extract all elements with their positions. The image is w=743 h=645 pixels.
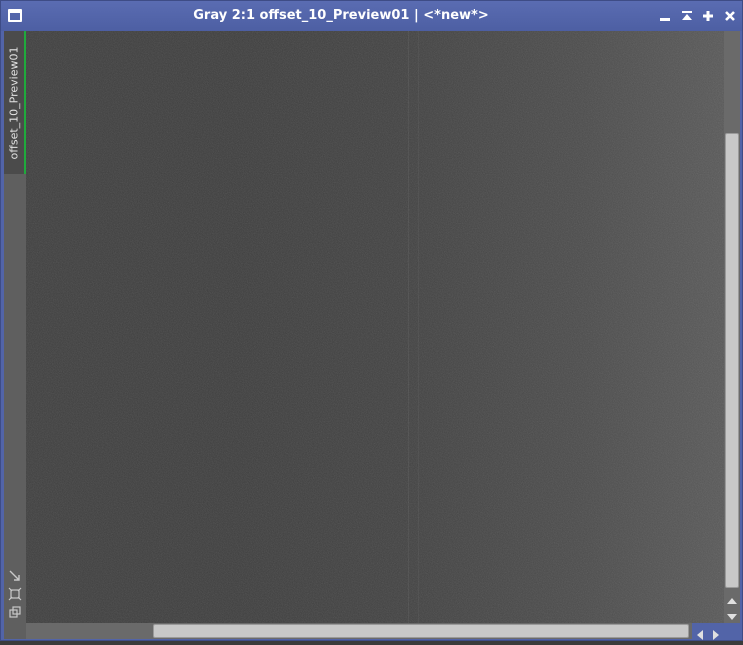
image-canvas[interactable] [26, 31, 724, 623]
column-artifact [418, 31, 419, 623]
close-icon[interactable] [723, 9, 737, 23]
scroll-up-icon[interactable] [726, 592, 738, 604]
new-preview-icon[interactable] [8, 568, 22, 582]
image-window: Gray 2:1 offset_10_Preview01 | <*new*> o… [0, 0, 743, 641]
shade-icon[interactable] [680, 9, 694, 23]
scroll-right-icon[interactable] [710, 626, 722, 640]
maximize-icon[interactable] [701, 9, 715, 23]
tab-preview[interactable]: offset_10_Preview01 [4, 31, 26, 174]
scroll-left-icon[interactable] [694, 626, 706, 640]
column-artifact [408, 31, 409, 623]
clone-icon[interactable] [8, 604, 22, 618]
scroll-corner [4, 623, 26, 639]
tab-preview-label: offset_10_Preview01 [7, 46, 21, 159]
vertical-scroll-thumb[interactable] [725, 133, 739, 588]
horizontal-scroll-thumb[interactable] [153, 624, 689, 638]
fit-view-icon[interactable] [8, 586, 22, 601]
titlebar[interactable]: Gray 2:1 offset_10_Preview01 | <*new*> [1, 1, 742, 31]
image-noise [26, 31, 724, 623]
minimize-icon[interactable] [658, 9, 672, 23]
scroll-down-icon[interactable] [726, 608, 738, 620]
window-title: Gray 2:1 offset_10_Preview01 | <*new*> [193, 8, 489, 23]
